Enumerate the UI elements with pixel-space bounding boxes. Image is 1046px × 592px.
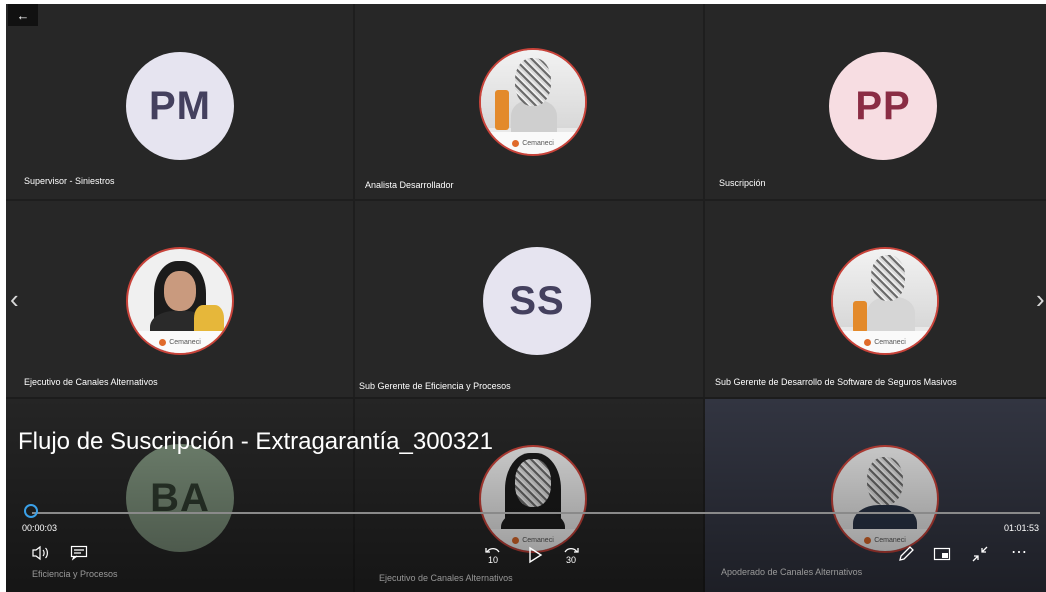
skip-back-button[interactable]: 10 <box>482 544 504 566</box>
seek-handle[interactable] <box>24 504 38 518</box>
participant-tile: PM Supervisor - Siniestros <box>6 4 353 199</box>
skip-back-seconds: 10 <box>487 555 498 565</box>
participant-tile: SS Sub Gerente de Eficiencia y Procesos <box>355 201 703 397</box>
back-arrow-icon: ← <box>16 7 30 23</box>
participant-label: Eficiencia y Procesos <box>32 569 118 579</box>
participant-tile: Cemaneci Analista Desarrollador <box>355 4 703 199</box>
more-options-button[interactable]: ⋯ <box>1008 542 1030 562</box>
participant-photo: Cemaneci <box>831 445 939 553</box>
play-icon <box>529 546 543 564</box>
participant-photo: Cemaneci <box>479 48 587 156</box>
skip-forward-button[interactable]: 30 <box>560 544 582 566</box>
more-icon: ⋯ <box>1011 544 1027 561</box>
video-title: Flujo de Suscripción - Extragarantía_300… <box>18 428 493 455</box>
participant-photo: Cemaneci <box>831 247 939 355</box>
speaker-icon <box>32 545 48 561</box>
participant-label: Suscripción <box>719 178 766 188</box>
picture-in-picture-button[interactable] <box>932 544 952 564</box>
participant-photo: Cemaneci <box>479 445 587 553</box>
avatar: PP <box>829 52 937 160</box>
participant-label: Ejecutivo de Canales Alternativos <box>24 377 158 387</box>
chevron-left-icon: ‹ <box>10 284 19 314</box>
picture-in-picture-icon <box>933 547 951 561</box>
exit-fullscreen-button[interactable] <box>970 544 990 564</box>
play-button[interactable] <box>524 544 546 566</box>
captions-button[interactable] <box>68 544 90 562</box>
current-time: 00:00:03 <box>22 523 58 533</box>
participant-label: Ejecutivo de Canales Alternativos <box>379 573 513 583</box>
exit-fullscreen-icon <box>972 546 988 562</box>
skip-forward-seconds: 30 <box>565 555 576 565</box>
participant-tile: Cemaneci Ejecutivo de Canales Alternativ… <box>6 201 353 397</box>
edit-button[interactable] <box>896 544 916 564</box>
avatar: BA <box>126 444 234 552</box>
participant-tile: PP Suscripción <box>705 4 1046 199</box>
participant-label: Analista Desarrollador <box>365 180 454 190</box>
captions-icon <box>70 545 88 561</box>
participant-label: Apoderado de Canales Alternativos <box>721 567 863 577</box>
participant-tile: Cemaneci Apoderado de Canales Alternativ… <box>705 399 1046 592</box>
back-button[interactable]: ← <box>8 4 38 26</box>
previous-page-button[interactable]: ‹ <box>10 284 19 315</box>
participant-photo: Cemaneci <box>126 247 234 355</box>
participant-label: Sub Gerente de Desarrollo de Software de… <box>715 377 957 387</box>
duration-time: 01:01:53 <box>1004 523 1040 533</box>
participant-label: Sub Gerente de Eficiencia y Procesos <box>359 381 511 391</box>
avatar: PM <box>126 52 234 160</box>
chevron-right-icon: › <box>1036 284 1045 314</box>
participant-tile: Cemaneci Sub Gerente de Desarrollo de So… <box>705 201 1046 397</box>
seek-bar[interactable] <box>32 512 1040 514</box>
next-page-button[interactable]: › <box>1036 284 1045 315</box>
participant-label: Supervisor - Siniestros <box>24 176 115 186</box>
volume-button[interactable] <box>30 544 52 562</box>
avatar: SS <box>483 247 591 355</box>
pencil-icon <box>899 546 914 561</box>
video-player: PM Supervisor - Siniestros Cemaneci Anal… <box>6 4 1046 592</box>
